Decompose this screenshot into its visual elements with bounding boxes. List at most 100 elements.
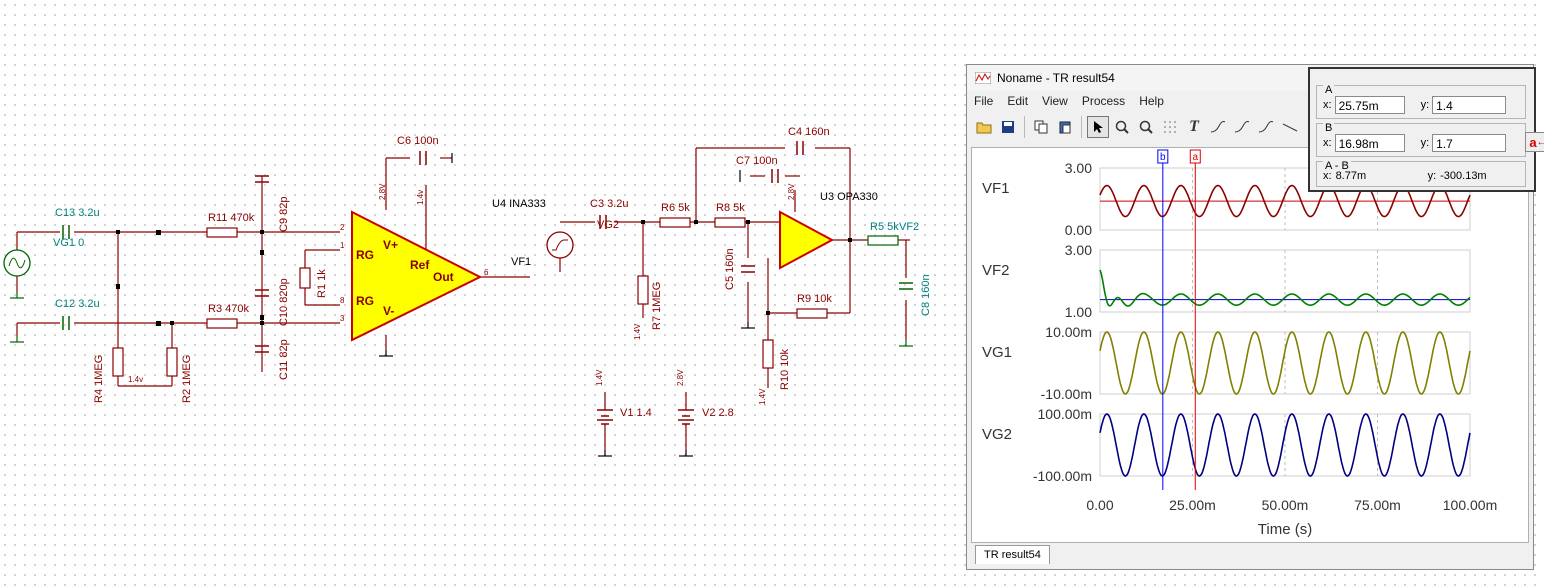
pin-8-label: 8 [340,296,345,305]
cursor-b-group: B x: 16.98m y: 1.7 a ← [1316,122,1544,157]
c11-label: C11 82p [278,339,290,380]
arrow-left-icon: ← [1536,136,1544,148]
cursor-a-title: A [1323,84,1335,96]
plot-area[interactable]: 3.00 0.00 VF1 3.00 1.00 VF2 10.00m -10.00m VG1 10… [971,147,1529,543]
pin-3-label: 3 [340,314,345,323]
cursor-b-x-label: x: [1323,137,1332,149]
toolbar-separator [1081,116,1082,138]
menu-view[interactable]: View [1035,94,1075,108]
open-icon[interactable] [973,116,995,138]
curve-a-icon[interactable] [1207,116,1229,138]
vplus-net-label: 2.8V [378,183,387,200]
cursor-b-y-field[interactable]: 1.7 [1432,134,1507,152]
r4-label: R4 1MEG [93,355,105,403]
r6-label: R6 5k [661,202,690,214]
opa330-opamp[interactable] [779,210,835,270]
ground-symbols [10,292,913,347]
r1-label: R1 1k [316,269,328,298]
menu-file[interactable]: File [967,94,1000,108]
cursor-readout-panel[interactable]: A x: 25.75m y: 1.4 B x: 16.98m y: 1.7 a ←… [1308,67,1544,192]
ina333-opamp[interactable] [351,210,483,342]
r2-label: R2 1MEG [181,355,193,403]
cursor-swap-button[interactable]: a ← [1525,132,1544,152]
c3-label: C3 3.2u [590,198,629,210]
c5-label: C5 160n [724,248,736,290]
vminus-pin-label: V- [383,304,394,318]
capacitor-symbols-red [255,141,804,353]
cursor-b-x-field[interactable]: 16.98m [1334,134,1405,152]
app-icon [975,72,991,84]
curve-b-icon[interactable] [1231,116,1253,138]
vf2-label: VF2 [899,221,919,233]
x-tick-label: 75.00m [1354,497,1401,513]
y-tick-label: 10.00m [1045,324,1092,340]
v1-net-label: 1.4V [595,369,604,386]
line-icon[interactable] [1279,116,1301,138]
grid-icon[interactable] [1159,116,1181,138]
schematic-canvas[interactable]: C13 3.2u VG1 0 C12 3.2u R11 470k R3 470k… [0,0,960,586]
menu-help[interactable]: Help [1132,94,1171,108]
cursor-a-y-field[interactable]: 1.4 [1432,96,1507,114]
vg1-source[interactable] [3,249,31,277]
c6-label: C6 100n [397,135,439,147]
cursor-a-y-label: y: [1420,99,1430,111]
waveform-chart[interactable]: 3.00 0.00 VF1 3.00 1.00 VF2 10.00m -10.00m VG1 10… [972,148,1528,542]
pin-6-label: 6 [484,268,489,277]
ref-pin-label: Ref [410,258,430,272]
menu-edit[interactable]: Edit [1000,94,1035,108]
paste-icon[interactable] [1054,116,1076,138]
ref-net-label: 1.4v [416,190,425,205]
c7-label: C7 100n [736,155,778,167]
pin-2-label: 2 [340,223,345,232]
v2-net-label: 2.8V [676,369,685,386]
cursor-diff-x-value: 8.77m [1335,170,1367,182]
y-tick-label: 3.00 [1065,160,1092,176]
v1-label: V1 1.4 [620,407,652,419]
cursor-diff-y-value: -300.13m [1440,170,1487,182]
x-tick-label: 0.00 [1086,497,1113,513]
r5-label: R5 5k [870,221,899,233]
c8-label: C8 160n [920,274,932,316]
u3-label: U3 OPA330 [820,191,878,203]
save-icon[interactable] [997,116,1019,138]
menu-process[interactable]: Process [1075,94,1132,108]
copy-icon[interactable] [1030,116,1052,138]
series-name-label: VG2 [982,426,1012,443]
tab-tr-result54[interactable]: TR result54 [975,545,1050,564]
y-tick-label: -100.00m [1033,468,1092,484]
u4-label: U4 INA333 [492,198,546,210]
cursor-a-x-field[interactable]: 25.75m [1334,96,1405,114]
r7-bias-label: 1.4V [633,323,642,340]
r8-label: R8 5k [716,202,745,214]
rg2-pin-label: RG [356,294,374,308]
x-tick-label: 100.00m [1443,497,1497,513]
vg1-label: VG1 0 [53,237,84,249]
zoom-in-icon[interactable] [1111,116,1133,138]
r9-label: R9 10k [797,293,832,305]
x-tick-label: 25.00m [1169,497,1216,513]
vplus-pin-label: V+ [383,238,398,252]
vg2-source[interactable] [546,231,574,259]
cursor-b-y-label: y: [1420,137,1430,149]
zoom-100-icon[interactable] [1135,116,1157,138]
pin-1-label: 1 [340,241,345,250]
c10-label: C10 820p [278,278,290,326]
cursor-a-tag: a [1192,152,1198,163]
curve-c-icon[interactable] [1255,116,1277,138]
text-icon[interactable]: T [1183,116,1205,138]
cursor-diff-group: A - B x: 8.77m y: -300.13m [1316,160,1526,187]
r10-bias-label: 1.4V [758,388,767,405]
cursor-a-group: A x: 25.75m y: 1.4 [1316,84,1526,119]
y-tick-label: 1.00 [1065,304,1092,320]
out-pin-label: Out [433,270,454,284]
v2-label: V2 2.8 [702,407,734,419]
toolbar-separator [1024,116,1025,138]
r7-label: R7 1MEG [651,282,663,330]
y-tick-label: -10.00m [1041,386,1092,402]
c9-label: C9 82p [278,197,290,232]
vg2-label: VG2 [597,219,619,231]
pointer-icon[interactable] [1087,116,1109,138]
y-tick-label: 100.00m [1038,406,1092,422]
y-tick-label: 3.00 [1065,242,1092,258]
r3-label: R3 470k [208,303,249,315]
